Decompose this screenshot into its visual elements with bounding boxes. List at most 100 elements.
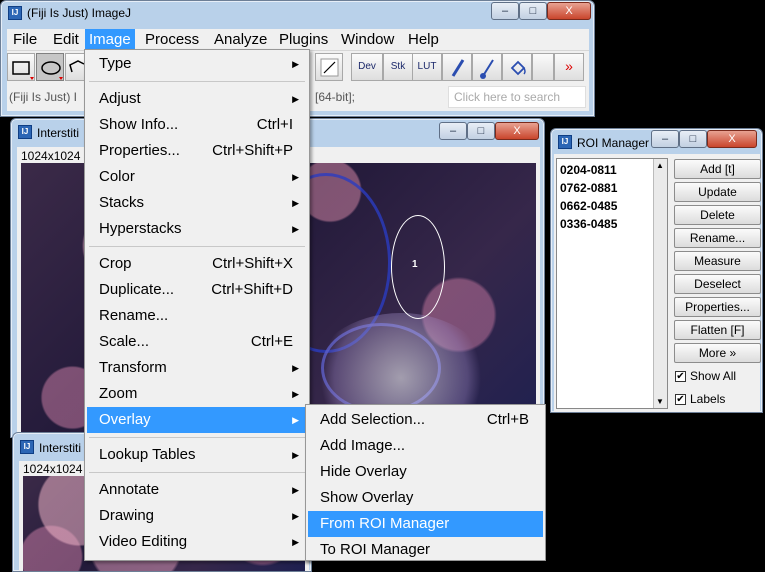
submenu-arrow-icon: ▶ xyxy=(292,198,299,208)
line-tool[interactable] xyxy=(315,53,343,81)
menu-item-show-overlay[interactable]: Show Overlay xyxy=(308,485,543,511)
pencil-tool[interactable] xyxy=(442,53,472,81)
roi-delete-button[interactable]: Delete xyxy=(674,205,761,225)
rectangle-icon xyxy=(12,61,34,80)
roi-manager-window: IJ ROI Manager – □ X 0204-0811 0762-0881… xyxy=(550,128,763,413)
image-dimensions: 1024x1024 xyxy=(21,149,81,163)
status-text-right: [64-bit]; xyxy=(315,90,356,104)
polygon-icon xyxy=(69,60,85,73)
roi-maximize-button[interactable]: □ xyxy=(679,130,707,148)
roi-deselect-button[interactable]: Deselect xyxy=(674,274,761,294)
menu-item-annotate[interactable]: Annotate ▶ xyxy=(87,477,307,503)
menu-separator xyxy=(89,81,305,82)
oval-tool[interactable] xyxy=(36,53,64,81)
menu-edit[interactable]: Edit xyxy=(49,29,83,51)
submenu-arrow-icon: ▶ xyxy=(292,363,299,373)
menu-item-add-image[interactable]: Add Image... xyxy=(308,433,543,459)
menu-separator xyxy=(89,437,305,438)
roi-list-item[interactable]: 0762-0881 xyxy=(560,181,617,195)
roi-list[interactable]: 0204-0811 0762-0881 0662-0485 0336-0485 … xyxy=(556,158,668,409)
submenu-arrow-icon: ▶ xyxy=(292,94,299,104)
imagej-app-icon: IJ xyxy=(8,6,22,20)
menu-item-scale[interactable]: Scale... Ctrl+E xyxy=(87,329,307,355)
image-menu-dropdown: Type ▶ Adjust ▶ Show Info... Ctrl+I Propert… xyxy=(84,49,310,561)
menu-item-properties[interactable]: Properties... Ctrl+Shift+P xyxy=(87,138,307,164)
empty-tool-slot[interactable] xyxy=(532,53,554,81)
labels-checkbox[interactable]: ✔ Labels xyxy=(675,392,725,406)
close-button[interactable]: X xyxy=(547,2,591,20)
roi-list-item[interactable]: 0336-0485 xyxy=(560,217,617,231)
menu-item-lookup-tables[interactable]: Lookup Tables ▶ xyxy=(87,442,307,468)
image-window-1-title: Interstiti xyxy=(37,126,80,140)
oval-icon xyxy=(41,61,63,80)
menu-file[interactable]: File xyxy=(9,29,41,51)
menu-item-from-roi-manager[interactable]: From ROI Manager xyxy=(308,511,543,537)
menu-separator xyxy=(89,246,305,247)
show-all-checkbox[interactable]: ✔ Show All xyxy=(675,369,736,383)
menu-separator xyxy=(89,472,305,473)
menu-item-stacks[interactable]: Stacks ▶ xyxy=(87,190,307,216)
lut-tool[interactable]: LUT xyxy=(412,53,442,81)
roi-list-scrollbar[interactable]: ▲ ▼ xyxy=(653,159,667,408)
roi-flatten-button[interactable]: Flatten [F] xyxy=(674,320,761,340)
roi-measure-button[interactable]: Measure xyxy=(674,251,761,271)
menu-item-show-info[interactable]: Show Info... Ctrl+I xyxy=(87,112,307,138)
maximize-button[interactable]: □ xyxy=(519,2,547,20)
menu-item-hide-overlay[interactable]: Hide Overlay xyxy=(308,459,543,485)
minimize-button[interactable]: – xyxy=(491,2,519,20)
roi-list-item[interactable]: 0662-0485 xyxy=(560,199,617,213)
menu-item-crop[interactable]: Crop Ctrl+Shift+X xyxy=(87,251,307,277)
menu-item-color[interactable]: Color ▶ xyxy=(87,164,307,190)
more-tools-button[interactable]: » xyxy=(554,53,584,81)
submenu-arrow-icon: ▶ xyxy=(292,224,299,234)
roi-add-button[interactable]: Add [t] xyxy=(674,159,761,179)
menu-window[interactable]: Window xyxy=(337,29,398,51)
menubar: File Edit Image Process Analyze Plugins … xyxy=(7,29,589,51)
menu-item-overlay[interactable]: Overlay ▶ xyxy=(87,407,307,433)
roi-minimize-button[interactable]: – xyxy=(651,130,679,148)
scroll-down-icon[interactable]: ▼ xyxy=(656,397,664,406)
rectangle-tool[interactable] xyxy=(7,53,35,81)
menu-process[interactable]: Process xyxy=(141,29,203,51)
roi-label: 1 xyxy=(412,259,418,270)
overlay-submenu: Add Selection... Ctrl+B Add Image... Hide… xyxy=(305,404,546,561)
menu-item-type[interactable]: Type ▶ xyxy=(87,51,307,77)
search-field[interactable]: Click here to search xyxy=(448,86,586,108)
dev-tool[interactable]: Dev xyxy=(351,53,383,81)
roi-rename-button[interactable]: Rename... xyxy=(674,228,761,248)
submenu-arrow-icon: ▶ xyxy=(292,415,299,425)
checkbox-checked-icon[interactable]: ✔ xyxy=(675,394,686,406)
menu-item-to-roi-manager[interactable]: To ROI Manager xyxy=(308,537,543,563)
menu-item-hyperstacks[interactable]: Hyperstacks ▶ xyxy=(87,216,307,242)
image-maximize-button[interactable]: □ xyxy=(467,122,495,140)
submenu-arrow-icon: ▶ xyxy=(292,172,299,182)
roi-list-item[interactable]: 0204-0811 xyxy=(560,163,617,177)
menu-item-zoom[interactable]: Zoom ▶ xyxy=(87,381,307,407)
menu-help[interactable]: Help xyxy=(404,29,443,51)
menu-item-adjust[interactable]: Adjust ▶ xyxy=(87,86,307,112)
flood-fill-tool[interactable] xyxy=(502,53,532,81)
menu-item-transform[interactable]: Transform ▶ xyxy=(87,355,307,381)
roi-update-button[interactable]: Update xyxy=(674,182,761,202)
menu-item-add-selection[interactable]: Add Selection... Ctrl+B xyxy=(308,407,543,433)
scroll-up-icon[interactable]: ▲ xyxy=(656,161,664,170)
roi-oval-selection[interactable] xyxy=(391,215,445,319)
brush-tool[interactable] xyxy=(472,53,502,81)
menu-item-drawing[interactable]: Drawing ▶ xyxy=(87,503,307,529)
polygon-tool[interactable] xyxy=(65,53,85,81)
menu-image[interactable]: Image xyxy=(85,29,135,51)
roi-close-button[interactable]: X xyxy=(707,130,757,148)
menu-analyze[interactable]: Analyze xyxy=(210,29,271,51)
image-close-button[interactable]: X xyxy=(495,122,539,140)
roi-more-button[interactable]: More » xyxy=(674,343,761,363)
status-text-left: (Fiji Is Just) I xyxy=(9,90,77,104)
menu-plugins[interactable]: Plugins xyxy=(275,29,332,51)
image-window-icon: IJ xyxy=(20,440,34,454)
menu-item-video-editing[interactable]: Video Editing ▶ xyxy=(87,529,307,555)
stk-tool[interactable]: Stk xyxy=(383,53,413,81)
menu-item-duplicate[interactable]: Duplicate... Ctrl+Shift+D xyxy=(87,277,307,303)
roi-properties-button[interactable]: Properties... xyxy=(674,297,761,317)
checkbox-checked-icon[interactable]: ✔ xyxy=(675,371,686,383)
image-minimize-button[interactable]: – xyxy=(439,122,467,140)
menu-item-rename[interactable]: Rename... xyxy=(87,303,307,329)
